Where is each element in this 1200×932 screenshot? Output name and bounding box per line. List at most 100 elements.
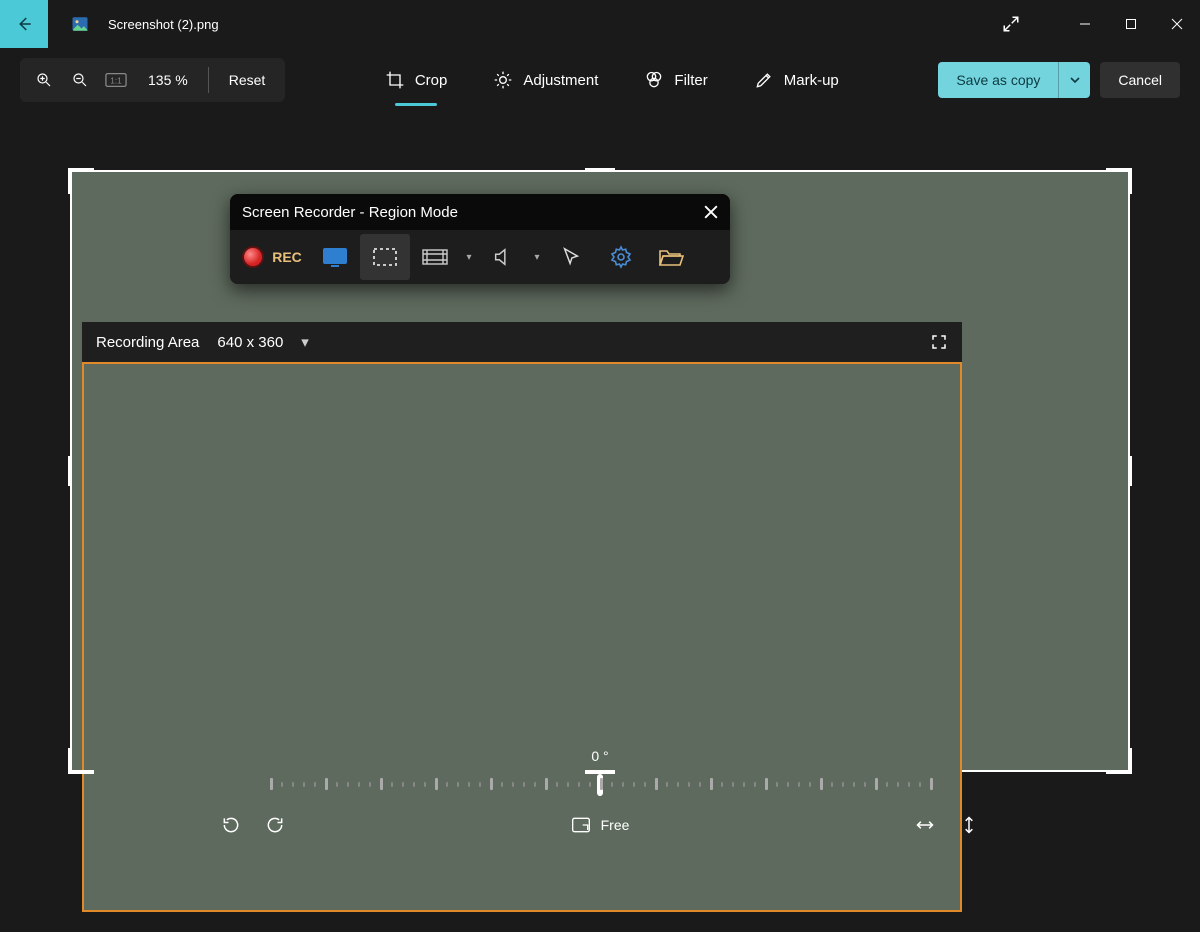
audio-dropdown[interactable]: ▾ (528, 252, 546, 263)
video-format-dropdown[interactable]: ▾ (460, 252, 478, 263)
ruler-tick (743, 782, 745, 787)
ruler-tick (380, 778, 383, 790)
ruler-tick (908, 782, 910, 787)
crop-handle-right[interactable] (1128, 456, 1132, 486)
crop-bottom-row: Free (220, 814, 980, 836)
image-content[interactable]: Recording Area 640 x 360 ▾ Screen Record… (72, 172, 1128, 770)
close-button[interactable] (1154, 1, 1200, 47)
tab-adjustment[interactable]: Adjustment (493, 64, 598, 96)
ruler-tick (765, 778, 768, 790)
zoom-in-button[interactable] (26, 62, 62, 98)
tab-crop[interactable]: Crop (385, 64, 448, 96)
flip-vertical-button[interactable] (958, 814, 980, 836)
minimize-button[interactable] (1062, 1, 1108, 47)
ruler-tick (501, 782, 503, 787)
ruler-tick (655, 778, 658, 790)
screen-recorder-title: Screen Recorder - Region Mode (242, 204, 458, 221)
crop-icon (385, 70, 405, 90)
rotation-angle: 0 ° (591, 748, 608, 764)
ruler-tick (875, 778, 878, 790)
recording-area-bar: Recording Area 640 x 360 ▾ (82, 322, 962, 362)
audio-button[interactable] (478, 234, 528, 280)
flip-horizontal-button[interactable] (914, 814, 936, 836)
ruler-tick (688, 782, 690, 787)
ruler-tick (512, 782, 514, 787)
ruler-tick (787, 782, 789, 787)
recording-area-size[interactable]: 640 x 360 (217, 334, 283, 351)
rotation-slider[interactable] (270, 772, 930, 800)
ruler-tick (468, 782, 470, 787)
save-as-copy-button[interactable]: Save as copy (938, 62, 1090, 98)
ruler-tick (534, 782, 536, 787)
aspect-ratio-button[interactable]: Free (571, 816, 630, 834)
markup-icon (754, 70, 774, 90)
ruler-tick (402, 782, 404, 787)
screen-recorder-titlebar[interactable]: Screen Recorder - Region Mode (230, 194, 730, 230)
record-label: REC (272, 249, 302, 265)
ruler-tick (699, 782, 701, 787)
rotate-left-button[interactable] (220, 814, 242, 836)
ruler-tick (633, 782, 635, 787)
save-dropdown[interactable] (1058, 62, 1090, 98)
save-as-copy-label[interactable]: Save as copy (938, 72, 1058, 88)
ruler-tick (864, 782, 866, 787)
screen-recorder-panel[interactable]: Screen Recorder - Region Mode REC (230, 194, 730, 284)
crop-handle-top-left[interactable] (68, 168, 72, 194)
back-button[interactable] (0, 0, 48, 48)
cursor-button[interactable] (546, 234, 596, 280)
ruler-tick (721, 782, 723, 787)
rotation-controls: 0 ° Free (0, 744, 1200, 874)
crop-frame[interactable]: Recording Area 640 x 360 ▾ Screen Record… (70, 170, 1130, 772)
reset-button[interactable]: Reset (215, 72, 280, 88)
ruler-tick (545, 778, 548, 790)
ruler-tick (336, 782, 338, 787)
edit-tabs: Crop Adjustment Filter Mark-up (285, 64, 938, 96)
ruler-tick (820, 778, 823, 790)
ruler-tick (754, 782, 756, 787)
ruler-tick (710, 778, 713, 790)
settings-button[interactable] (596, 234, 646, 280)
ruler-tick (886, 782, 888, 787)
tab-markup[interactable]: Mark-up (754, 64, 839, 96)
ruler-tick (446, 782, 448, 787)
crop-handle-top[interactable] (585, 168, 615, 172)
fullscreen-icon[interactable] (930, 333, 948, 351)
cancel-button[interactable]: Cancel (1100, 62, 1180, 98)
divider (208, 67, 209, 93)
image-file-icon (68, 12, 92, 36)
rotate-right-button[interactable] (264, 814, 286, 836)
zoom-percentage[interactable]: 135 % (134, 72, 202, 88)
expand-icon[interactable] (988, 1, 1034, 47)
zoom-to-fit-button[interactable]: 1:1 (98, 62, 134, 98)
fullscreen-mode-button[interactable] (310, 234, 360, 280)
ruler-tick (490, 778, 493, 790)
ruler-tick (556, 782, 558, 787)
recording-area-dropdown-icon[interactable]: ▾ (301, 333, 309, 351)
tab-filter[interactable]: Filter (644, 64, 707, 96)
ruler-tick (369, 782, 371, 787)
ruler-tick (897, 782, 899, 787)
tab-label: Filter (674, 72, 707, 89)
tab-label: Adjustment (523, 72, 598, 89)
ruler-tick (457, 782, 459, 787)
ruler-tick (325, 778, 328, 790)
ruler-tick (611, 782, 613, 787)
canvas-area: Recording Area 640 x 360 ▾ Screen Record… (0, 112, 1200, 868)
record-button[interactable]: REC (234, 234, 310, 280)
crop-handle-top-right[interactable] (1128, 168, 1132, 194)
ruler-tick (919, 782, 921, 787)
crop-handle-left[interactable] (68, 456, 72, 486)
ruler-tick (600, 778, 603, 790)
ruler-tick (479, 782, 481, 787)
ruler-tick (842, 782, 844, 787)
maximize-button[interactable] (1108, 1, 1154, 47)
ruler-tick (809, 782, 811, 787)
ruler-tick (930, 778, 933, 790)
open-folder-button[interactable] (646, 234, 696, 280)
ruler-tick (347, 782, 349, 787)
video-format-button[interactable] (410, 234, 460, 280)
close-icon[interactable] (704, 205, 718, 219)
zoom-out-button[interactable] (62, 62, 98, 98)
region-mode-button[interactable] (360, 234, 410, 280)
ruler-tick (589, 782, 591, 787)
